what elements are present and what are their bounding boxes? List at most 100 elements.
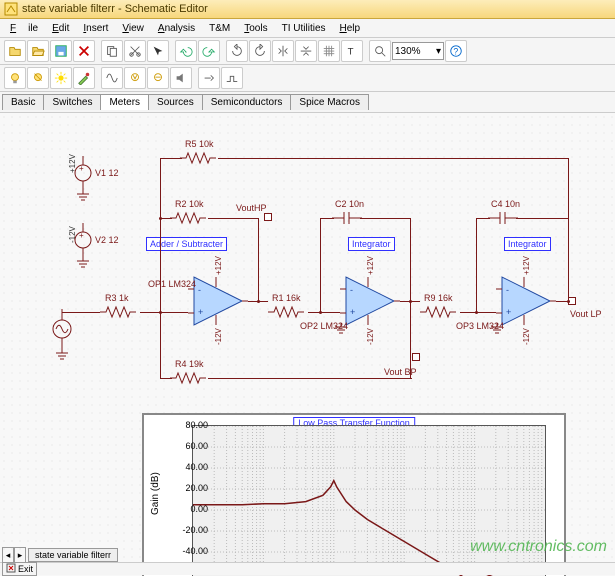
bulb3-icon[interactable] bbox=[124, 67, 146, 89]
redo-icon[interactable] bbox=[198, 40, 220, 62]
label-v2: V2 12 bbox=[95, 235, 119, 245]
menu-help[interactable]: Help bbox=[334, 22, 367, 35]
tab-spice[interactable]: Spice Macros bbox=[290, 94, 369, 110]
ground-icon bbox=[334, 323, 348, 337]
copy-icon[interactable] bbox=[101, 40, 123, 62]
ground-icon bbox=[76, 190, 90, 204]
scroll-right-icon[interactable]: ▸ bbox=[14, 547, 26, 563]
watermark: www.cntronics.com bbox=[470, 538, 607, 556]
node bbox=[409, 300, 412, 303]
resistor-r3[interactable] bbox=[100, 305, 140, 319]
scroll-left-icon[interactable]: ◂ bbox=[2, 547, 14, 563]
opamp-op2[interactable]: -+ bbox=[340, 273, 400, 329]
menu-tools[interactable]: Tools bbox=[238, 22, 273, 35]
resistor-r9[interactable] bbox=[420, 305, 460, 319]
ac-source[interactable] bbox=[52, 309, 72, 349]
bottom-tabbar: ◂ ▸ state variable filterr bbox=[0, 547, 118, 563]
menu-tiutil[interactable]: TI Utilities bbox=[276, 22, 332, 35]
ground-icon bbox=[490, 323, 504, 337]
schematic-canvas[interactable]: +12V -12V + V1 12 + V2 12 R3 1k R2 10k R… bbox=[0, 113, 615, 576]
tab-meters[interactable]: Meters bbox=[100, 94, 149, 110]
voltage-source-v1[interactable]: + bbox=[73, 156, 93, 190]
node bbox=[159, 217, 162, 220]
probe-icon[interactable] bbox=[73, 67, 95, 89]
open-icon[interactable] bbox=[4, 40, 26, 62]
wire bbox=[208, 378, 412, 379]
grid-icon[interactable] bbox=[318, 40, 340, 62]
capacitor-c4[interactable] bbox=[488, 210, 518, 226]
help-icon[interactable]: ? bbox=[445, 40, 467, 62]
menu-edit[interactable]: Edit bbox=[46, 22, 75, 35]
label-int1: Integrator bbox=[348, 237, 395, 251]
flip-h-icon[interactable] bbox=[272, 40, 294, 62]
svg-text:-: - bbox=[506, 285, 509, 295]
step-icon[interactable] bbox=[221, 67, 243, 89]
wire bbox=[160, 158, 182, 159]
bulb4-icon[interactable] bbox=[147, 67, 169, 89]
wire bbox=[476, 218, 490, 219]
tab-semiconductors[interactable]: Semiconductors bbox=[202, 94, 292, 110]
resistor-r2[interactable] bbox=[170, 211, 210, 225]
wire bbox=[62, 312, 100, 313]
flip-v-icon[interactable] bbox=[295, 40, 317, 62]
step-right-icon[interactable] bbox=[198, 67, 220, 89]
toolbar-main: T 130%▾ ? bbox=[0, 38, 615, 65]
opamp-op3[interactable]: -+ bbox=[496, 273, 556, 329]
tab-basic[interactable]: Basic bbox=[2, 94, 44, 110]
label-voutbp: Vout BP bbox=[384, 367, 417, 377]
arrow-icon[interactable] bbox=[147, 40, 169, 62]
rotate-left-icon[interactable] bbox=[226, 40, 248, 62]
menu-analysis[interactable]: Analysis bbox=[152, 22, 201, 35]
voltage-source-v2[interactable]: + bbox=[73, 223, 93, 257]
wire bbox=[360, 218, 410, 219]
wire bbox=[460, 312, 496, 313]
svg-text:+: + bbox=[79, 231, 84, 240]
probe-hp[interactable] bbox=[264, 213, 272, 221]
menu-view[interactable]: View bbox=[116, 22, 150, 35]
resistor-r4[interactable] bbox=[170, 371, 210, 385]
rail-m12v: -12V bbox=[366, 328, 375, 345]
menu-file[interactable]: File bbox=[4, 22, 44, 35]
capacitor-c2[interactable] bbox=[332, 210, 362, 226]
menu-insert[interactable]: Insert bbox=[77, 22, 114, 35]
resistor-r5[interactable] bbox=[180, 151, 220, 165]
node bbox=[159, 311, 162, 314]
speaker-icon[interactable] bbox=[170, 67, 192, 89]
wire bbox=[218, 158, 568, 159]
svg-text:+: + bbox=[79, 164, 84, 173]
node bbox=[257, 300, 260, 303]
zoom-icon[interactable] bbox=[369, 40, 391, 62]
label-c4: C4 10n bbox=[491, 199, 520, 209]
opamp-op1[interactable]: -+ bbox=[188, 273, 248, 329]
bulb-icon[interactable] bbox=[4, 67, 26, 89]
close-icon[interactable] bbox=[73, 40, 95, 62]
bulb2-icon[interactable] bbox=[27, 67, 49, 89]
resistor-r1[interactable] bbox=[268, 305, 308, 319]
title-bar: state variable filterr - Schematic Edito… bbox=[0, 0, 615, 19]
menu-bar[interactable]: File Edit Insert View Analysis T&M Tools… bbox=[0, 19, 615, 38]
svg-text:+: + bbox=[506, 307, 511, 317]
cut-icon[interactable] bbox=[124, 40, 146, 62]
sun-icon[interactable] bbox=[50, 67, 72, 89]
tab-switches[interactable]: Switches bbox=[43, 94, 101, 110]
toolbar-components bbox=[0, 65, 615, 92]
wire bbox=[160, 158, 161, 218]
tab-sources[interactable]: Sources bbox=[148, 94, 203, 110]
wire bbox=[140, 312, 188, 313]
svg-text:-: - bbox=[350, 285, 353, 295]
save-icon[interactable] bbox=[50, 40, 72, 62]
open-folder-icon[interactable] bbox=[27, 40, 49, 62]
app-icon bbox=[4, 2, 18, 16]
undo-icon[interactable] bbox=[175, 40, 197, 62]
exit-button[interactable]: Exit bbox=[2, 562, 37, 576]
zoom-input[interactable]: 130%▾ bbox=[392, 42, 444, 60]
text-icon[interactable]: T bbox=[341, 40, 363, 62]
menu-tm[interactable]: T&M bbox=[203, 22, 236, 35]
probe-bp[interactable] bbox=[412, 353, 420, 361]
wire bbox=[516, 218, 568, 219]
bottom-tab-schematic[interactable]: state variable filterr bbox=[28, 548, 118, 562]
rotate-right-icon[interactable] bbox=[249, 40, 271, 62]
sine-icon[interactable] bbox=[101, 67, 123, 89]
label-r5: R5 10k bbox=[185, 139, 214, 149]
exit-label: Exit bbox=[18, 564, 33, 574]
